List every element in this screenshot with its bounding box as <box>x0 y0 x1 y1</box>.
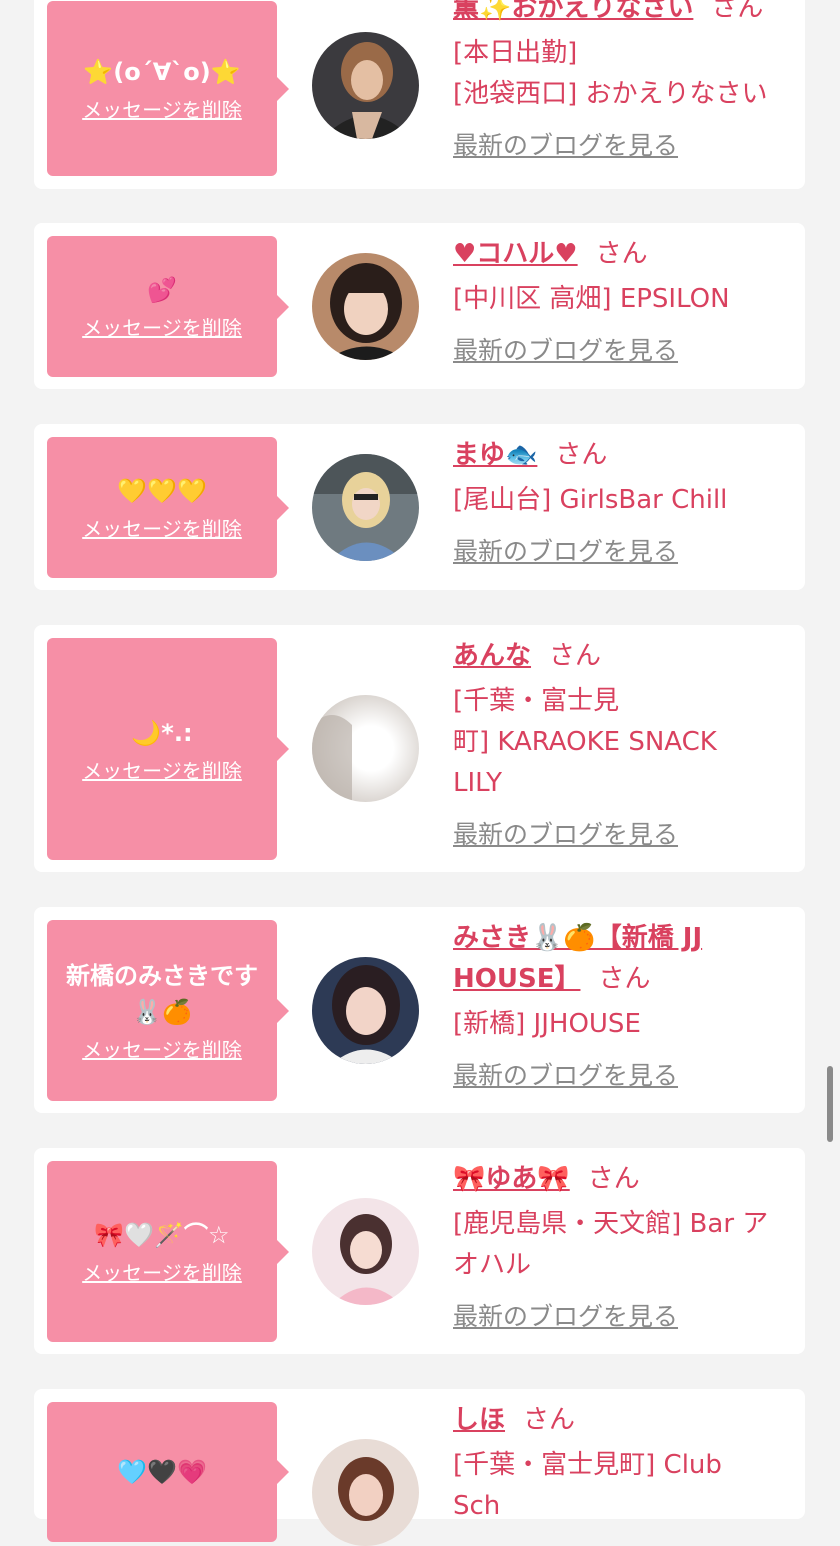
cast-info: ♥コハル♥ さん [中川区 高畑] EPSILON 最新のブログを見る <box>453 234 787 372</box>
shop-location: [中川区 高畑] EPSILON <box>453 284 730 314</box>
message-card: 🩵🖤💗 しほ さん [千葉・富士見町] Club Sch <box>34 1389 805 1546</box>
message-text: 🌙*.: <box>131 718 193 747</box>
cast-name-link[interactable]: みさき🐰🍊【新橋 JJ HOUSE】 <box>453 923 702 994</box>
latest-blog-link[interactable]: 最新のブログを見る <box>453 531 678 572</box>
cast-info: みさき🐰🍊【新橋 JJ HOUSE】 さん [新橋] JJHOUSE 最新のブログ… <box>453 918 787 1097</box>
shop-location: Sch <box>453 1491 501 1521</box>
avatar[interactable] <box>312 1198 419 1305</box>
message-card: 🎀🤍🪄⌒☆ メッセージを削除 🎀ゆあ🎀 さん [鹿児島県・天文館] Bar ア オ… <box>34 1148 805 1354</box>
message-bubble: ⭐(o´∀`o)⭐ メッセージを削除 <box>47 1 289 176</box>
message-text: 💕 <box>147 276 177 304</box>
message-bubble: 新橋のみさきです🐰🍊 メッセージを削除 <box>47 920 289 1101</box>
name-line: まゆ🐟 さん <box>453 435 787 476</box>
message-bubble: 🩵🖤💗 <box>47 1402 289 1542</box>
message-text: 🩵🖤💗 <box>117 1458 207 1486</box>
avatar[interactable] <box>312 253 419 360</box>
name-line: 🎀ゆあ🎀 さん <box>453 1159 787 1200</box>
message-card: ⭐(o´∀`o)⭐ メッセージを削除 薫✨おかえりなさい さん [本日出勤] [池… <box>34 0 805 189</box>
shop-location: [鹿児島県・天文館] Bar ア <box>453 1209 769 1239</box>
latest-blog-link[interactable]: 最新のブログを見る <box>453 330 678 371</box>
shop-location: [新橋] JJHOUSE <box>453 1009 641 1039</box>
message-text: ⭐(o´∀`o)⭐ <box>83 58 241 86</box>
delete-message-link[interactable]: メッセージを削除 <box>82 1257 242 1286</box>
honorific: さん <box>555 440 608 470</box>
honorific: さん <box>595 239 648 269</box>
avatar[interactable] <box>312 1439 419 1546</box>
cast-info: 🎀ゆあ🎀 さん [鹿児島県・天文館] Bar ア オハル 最新のブログを見る <box>453 1159 787 1338</box>
shop-location: LILY <box>453 768 503 798</box>
message-text: 💛💛💛 <box>117 477 207 505</box>
cast-info: しほ さん [千葉・富士見町] Club Sch <box>453 1400 787 1527</box>
avatar[interactable] <box>312 695 419 802</box>
message-card: 💕 メッセージを削除 ♥コハル♥ さん [中川区 高畑] EPSILON 最新のブ… <box>34 223 805 389</box>
delete-message-link[interactable]: メッセージを削除 <box>82 1034 242 1063</box>
avatar[interactable] <box>312 957 419 1064</box>
latest-blog-link[interactable]: 最新のブログを見る <box>453 125 678 166</box>
message-bubble: 🎀🤍🪄⌒☆ メッセージを削除 <box>47 1161 289 1342</box>
shop-location: [尾山台] GirlsBar Chill <box>453 485 728 515</box>
delete-message-link[interactable]: メッセージを削除 <box>82 94 242 123</box>
delete-message-link[interactable]: メッセージを削除 <box>82 513 242 542</box>
cast-name-link[interactable]: まゆ🐟 <box>453 440 537 470</box>
shop-location: [千葉・富士見町] Club <box>453 1450 722 1480</box>
cast-name-link[interactable]: しほ <box>453 1405 505 1435</box>
message-bubble: 💛💛💛 メッセージを削除 <box>47 437 289 578</box>
message-bubble: 💕 メッセージを削除 <box>47 236 289 377</box>
shop-location: オハル <box>453 1250 532 1280</box>
cast-name-link[interactable]: 🎀ゆあ🎀 <box>453 1164 570 1194</box>
honorific: さん <box>523 1405 576 1435</box>
message-text: 🎀🤍🪄⌒☆ <box>94 1221 230 1249</box>
cast-info: まゆ🐟 さん [尾山台] GirlsBar Chill 最新のブログを見る <box>453 435 787 573</box>
name-line: 薫✨おかえりなさい さん <box>453 0 787 29</box>
honorific: さん <box>711 0 764 23</box>
honorific: さん <box>598 964 651 994</box>
message-bubble: 🌙*.: メッセージを削除 <box>47 638 289 860</box>
name-line: ♥コハル♥ さん <box>453 234 787 275</box>
shop-location: [千葉・富士見 <box>453 686 620 716</box>
shop-location: [池袋西口] おかえりなさい <box>453 79 768 109</box>
cast-name-link[interactable]: 薫✨おかえりなさい <box>453 0 693 23</box>
name-line: あんな さん <box>453 636 787 677</box>
honorific: さん <box>587 1164 640 1194</box>
delete-message-link[interactable]: メッセージを削除 <box>82 755 242 784</box>
name-line: しほ さん <box>453 1400 787 1441</box>
cast-info: 薫✨おかえりなさい さん [本日出勤] [池袋西口] おかえりなさい 最新のブログ… <box>453 0 787 167</box>
shop-location: [本日出勤] <box>453 38 578 68</box>
honorific: さん <box>549 641 602 671</box>
delete-message-link[interactable]: メッセージを削除 <box>82 312 242 341</box>
avatar[interactable] <box>312 454 419 561</box>
cast-info: あんな さん [千葉・富士見 町] KARAOKE SNACK LILY 最新のブ… <box>453 636 787 856</box>
message-text: 新橋のみさきです🐰🍊 <box>66 962 258 1026</box>
latest-blog-link[interactable]: 最新のブログを見る <box>453 814 678 855</box>
message-card: 💛💛💛 メッセージを削除 まゆ🐟 さん [尾山台] GirlsBar Chill … <box>34 424 805 590</box>
message-card: 新橋のみさきです🐰🍊 メッセージを削除 みさき🐰🍊【新橋 JJ HOUSE】 さん… <box>34 907 805 1113</box>
cast-name-link[interactable]: ♥コハル♥ <box>453 239 578 269</box>
message-card: 🌙*.: メッセージを削除 あんな さん [千葉・富士見 町] KARAOKE S… <box>34 625 805 872</box>
name-line: みさき🐰🍊【新橋 JJ HOUSE】 さん <box>453 918 753 1000</box>
shop-location: 町] KARAOKE SNACK <box>453 727 717 757</box>
latest-blog-link[interactable]: 最新のブログを見る <box>453 1296 678 1337</box>
cast-name-link[interactable]: あんな <box>453 641 531 671</box>
latest-blog-link[interactable]: 最新のブログを見る <box>453 1055 678 1096</box>
scrollbar[interactable] <box>827 1066 833 1142</box>
avatar[interactable] <box>312 32 419 139</box>
